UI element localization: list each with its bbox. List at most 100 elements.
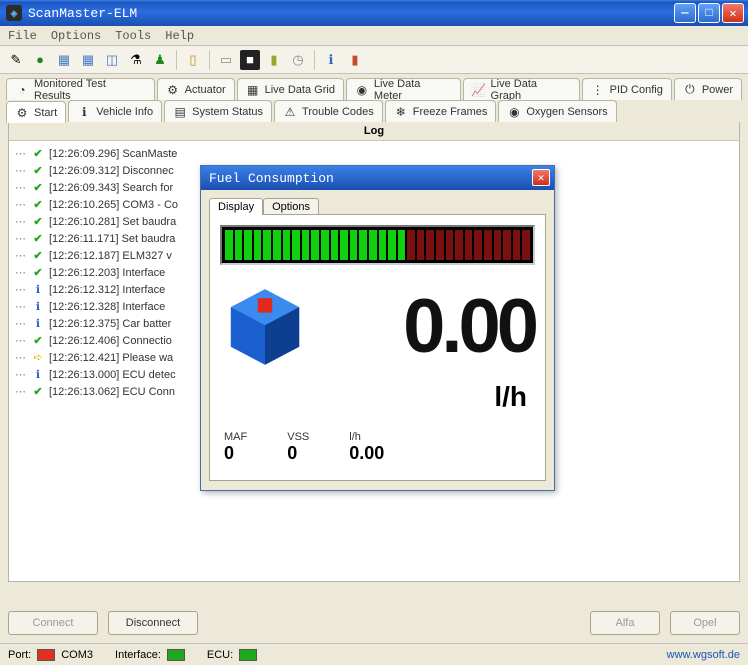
tool-exit-icon[interactable]: ▮ [345, 50, 365, 70]
menu-tools[interactable]: Tools [115, 29, 151, 43]
led-segment [350, 230, 358, 260]
led-segment [302, 230, 310, 260]
tab-label: Start [34, 107, 57, 119]
led-segment [388, 230, 396, 260]
tab-start[interactable]: ⚙Start [6, 101, 66, 123]
tool-record-icon[interactable]: ▭ [216, 50, 236, 70]
disconnect-button[interactable]: Disconnect [108, 611, 198, 635]
led-segment [369, 230, 377, 260]
tool-dial-icon[interactable]: ◷ [288, 50, 308, 70]
stat-value: 0 [287, 443, 309, 464]
status-link[interactable]: www.wgsoft.de [667, 649, 740, 661]
tab-label: Live Data Graph [491, 78, 571, 102]
tool-grid-icon[interactable]: ▦ [78, 50, 98, 70]
stat-lh: l/h0.00 [349, 431, 384, 464]
tool-doc-icon[interactable]: ▦ [54, 50, 74, 70]
tab-power[interactable]: ⏻Power [674, 78, 742, 100]
gauge-value: 0.00 [316, 289, 535, 365]
status-port-led [37, 649, 55, 661]
tab-oxygen-sensors[interactable]: ◉Oxygen Sensors [498, 100, 616, 122]
led-segment [494, 230, 502, 260]
tab-live-data-meter[interactable]: ◉ Live Data Meter [346, 78, 461, 100]
tab-label: Vehicle Info [96, 106, 153, 118]
led-segment [455, 230, 463, 260]
status-port-value: COM3 [61, 649, 93, 661]
bottom-bar: Connect Disconnect Alfa Opel [8, 611, 740, 635]
gauge-unit: l/h [220, 381, 535, 413]
status-iface-led [167, 649, 185, 661]
log-text: [12:26:12.187] ELM327 v [49, 250, 172, 262]
tab-label: Actuator [185, 84, 226, 96]
log-text: [12:26:13.000] ECU detec [49, 369, 176, 381]
freeze-icon: ❄ [394, 105, 408, 119]
tool-gauge-icon[interactable]: ⚗ [126, 50, 146, 70]
menubar: File Options Tools Help [0, 26, 748, 46]
meter-icon: ◉ [355, 83, 369, 97]
close-button[interactable]: ✕ [722, 3, 744, 23]
stat-vss: VSS0 [287, 431, 309, 464]
alfa-button[interactable]: Alfa [590, 611, 660, 635]
grid-icon: ▦ [246, 83, 260, 97]
led-segment [311, 230, 319, 260]
tab-monitored-test-results[interactable]: ◔Monitored Test Results [6, 78, 155, 100]
tool-clipboard-icon[interactable]: ▯ [183, 50, 203, 70]
maximize-button[interactable]: □ [698, 3, 720, 23]
led-segment [273, 230, 281, 260]
led-segment [436, 230, 444, 260]
info-icon: ℹ [31, 368, 45, 381]
tab-freeze-frames[interactable]: ❄ Freeze Frames [385, 100, 497, 122]
log-text: [12:26:12.203] Interface [49, 267, 165, 279]
status-icon: ▤ [173, 105, 187, 119]
led-segment [513, 230, 521, 260]
connect-button[interactable]: Connect [8, 611, 98, 635]
menu-help[interactable]: Help [165, 29, 194, 43]
tab-actuator[interactable]: ⚙Actuator [157, 78, 235, 100]
dialog-tab-options[interactable]: Options [263, 198, 319, 215]
check-icon: ✔ [31, 215, 45, 228]
toolbar: ✎ ● ▦ ▦ ◫ ⚗ ♟ ▯ ▭ ■ ▮ ◷ ℹ ▮ [0, 46, 748, 74]
tab-label: Freeze Frames [413, 106, 488, 118]
status-port-label: Port: [8, 649, 31, 661]
warning-icon: ⚠ [283, 105, 297, 119]
menu-options[interactable]: Options [51, 29, 101, 43]
tab-system-status[interactable]: ▤System Status [164, 100, 272, 122]
menu-file[interactable]: File [8, 29, 37, 43]
opel-button[interactable]: Opel [670, 611, 740, 635]
tool-wand-icon[interactable]: ✎ [6, 50, 26, 70]
tool-battery-icon[interactable]: ▮ [264, 50, 284, 70]
info-icon: ℹ [31, 300, 45, 313]
log-text: [12:26:12.421] Please wa [49, 352, 173, 364]
dialog-titlebar[interactable]: Fuel Consumption ✕ [201, 166, 554, 190]
tab-trouble-codes[interactable]: ⚠Trouble Codes [274, 100, 383, 122]
dialog-tab-display[interactable]: Display [209, 198, 263, 215]
tab-live-data-grid[interactable]: ▦Live Data Grid [237, 78, 344, 100]
led-segment [321, 230, 329, 260]
led-segment [263, 230, 271, 260]
status-ecu-led [239, 649, 257, 661]
tab-label: Live Data Meter [374, 78, 452, 102]
led-segment [522, 230, 530, 260]
led-segment [254, 230, 262, 260]
dialog-close-button[interactable]: ✕ [532, 169, 550, 186]
led-segment [283, 230, 291, 260]
dialog-title: Fuel Consumption [209, 171, 334, 186]
stat-maf: MAF0 [224, 431, 247, 464]
minimize-button[interactable]: — [674, 3, 696, 23]
tool-globe-icon[interactable]: ● [30, 50, 50, 70]
tab-label: Monitored Test Results [34, 78, 146, 102]
tab-vehicle-info[interactable]: ℹVehicle Info [68, 100, 162, 122]
log-item: ⋯✔[12:26:09.296] ScanMaste [15, 145, 733, 162]
tab-live-data-graph[interactable]: 📈Live Data Graph [463, 78, 580, 100]
tab-pid-config[interactable]: ⋮PID Config [582, 78, 672, 100]
log-text: [12:26:10.265] COM3 - Co [49, 199, 178, 211]
tool-info-icon[interactable]: ℹ [321, 50, 341, 70]
tool-person-icon[interactable]: ♟ [150, 50, 170, 70]
log-text: [12:26:11.171] Set baudra [49, 233, 175, 245]
tool-chart-icon[interactable]: ◫ [102, 50, 122, 70]
tool-terminal-icon[interactable]: ■ [240, 50, 260, 70]
led-bargraph [220, 225, 535, 265]
check-icon: ✔ [31, 181, 45, 194]
log-text: [12:26:09.343] Search for [49, 182, 173, 194]
log-text: [12:26:09.296] ScanMaste [49, 148, 177, 160]
check-icon: ✔ [31, 232, 45, 245]
